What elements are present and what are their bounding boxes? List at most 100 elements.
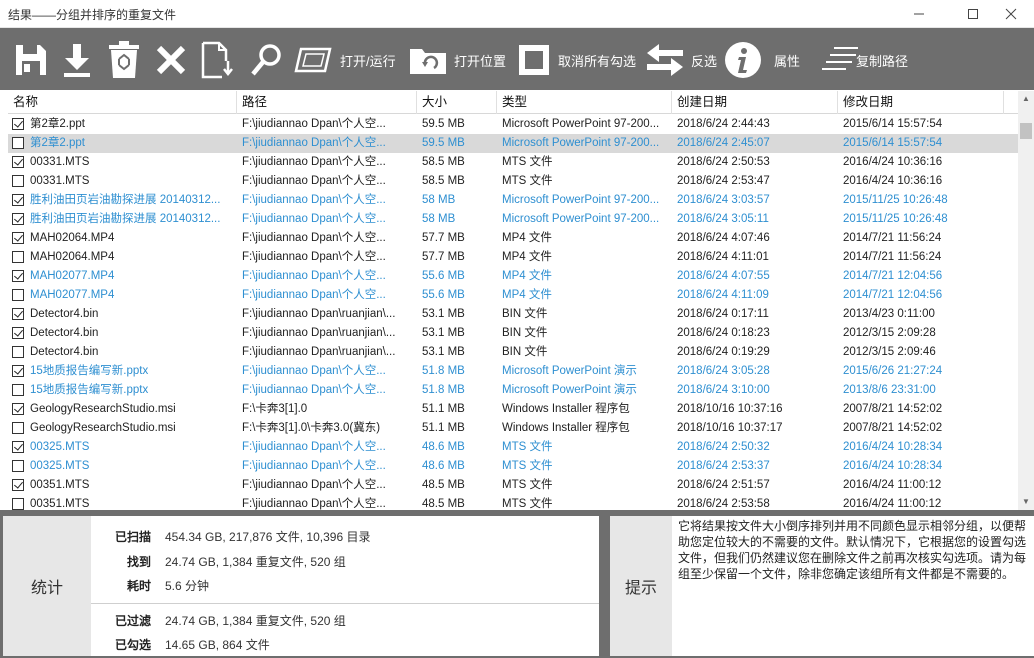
row-checkbox[interactable]	[12, 308, 24, 320]
recycle-button[interactable]	[108, 40, 140, 80]
vertical-scrollbar[interactable]: ▲ ▼	[1018, 91, 1034, 510]
cell-created: 2018/6/24 3:05:28	[677, 365, 770, 377]
row-checkbox[interactable]	[12, 194, 24, 206]
table-row[interactable]: MAH02064.MP4 F:\jiudiannao Dpan\个人空... 57.…	[8, 229, 1018, 248]
checked-key: 已勾选	[114, 638, 151, 652]
properties-label: 属性	[774, 53, 801, 69]
row-checkbox[interactable]	[12, 384, 24, 396]
table-row[interactable]: 第2章2.ppt F:\jiudiannao Dpan\个人空... 59.5 MB…	[8, 134, 1018, 153]
cell-name: 00331.MTS	[30, 156, 90, 168]
cell-size: 55.6 MB	[422, 289, 465, 301]
cell-path: F:\jiudiannao Dpan\个人空...	[242, 498, 386, 510]
table-row[interactable]: 15地质报告编写新.pptx F:\jiudiannao Dpan\个人空... 5…	[8, 381, 1018, 400]
table-row[interactable]: 胜利油田页岩油勘探进展 20140312... F:\jiudiannao Dpa…	[8, 191, 1018, 210]
row-checkbox[interactable]	[12, 365, 24, 377]
row-checkbox[interactable]	[12, 175, 24, 187]
row-checkbox[interactable]	[12, 403, 24, 415]
table-row[interactable]: MAH02077.MP4 F:\jiudiannao Dpan\个人空... 55.…	[8, 286, 1018, 305]
table-row[interactable]: 第2章2.ppt F:\jiudiannao Dpan\个人空... 59.5 MB…	[8, 115, 1018, 134]
table-row[interactable]: 00351.MTS F:\jiudiannao Dpan\个人空... 48.5 M…	[8, 476, 1018, 495]
row-checkbox[interactable]	[12, 232, 24, 244]
export-button[interactable]	[62, 40, 92, 80]
column-header-created[interactable]: 创建日期	[672, 91, 838, 114]
cell-name: MAH02077.MP4	[30, 289, 115, 301]
table-row[interactable]: GeologyResearchStudio.msi F:\卡奔3[1].0\卡奔3…	[8, 419, 1018, 438]
cell-size: 58.5 MB	[422, 175, 465, 187]
row-checkbox[interactable]	[12, 213, 24, 225]
column-header-type[interactable]: 类型	[497, 91, 672, 114]
cell-type: MP4 文件	[502, 232, 552, 244]
uncheck-all-icon	[519, 45, 549, 75]
cell-created: 2018/6/24 2:50:53	[677, 156, 770, 168]
table-row[interactable]: 00331.MTS F:\jiudiannao Dpan\个人空... 58.5 M…	[8, 153, 1018, 172]
cell-modified: 2016/4/24 11:00:12	[843, 498, 942, 510]
cell-type: Windows Installer 程序包	[502, 403, 630, 415]
row-checkbox[interactable]	[12, 118, 24, 130]
row-checkbox[interactable]	[12, 289, 24, 301]
cell-size: 58.5 MB	[422, 156, 465, 168]
row-checkbox[interactable]	[12, 251, 24, 263]
open-location-button[interactable]: 打开位置	[408, 40, 506, 80]
copy-path-button[interactable]: 复制路径	[820, 40, 908, 80]
cell-created: 2018/6/24 3:03:57	[677, 194, 770, 206]
cell-name: 15地质报告编写新.pptx	[30, 384, 149, 396]
scroll-up-icon[interactable]: ▲	[1018, 91, 1034, 107]
cell-path: F:\卡奔3[1].0\卡奔3.0(冀东)	[242, 422, 381, 434]
column-header-name[interactable]: 名称	[8, 91, 237, 114]
checked-value: 14.65 GB, 864 文件	[165, 638, 270, 652]
table-row[interactable]: 00351.MTS F:\jiudiannao Dpan\个人空... 48.5 M…	[8, 495, 1018, 510]
table-row[interactable]: 00325.MTS F:\jiudiannao Dpan\个人空... 48.6 M…	[8, 438, 1018, 457]
move-file-button[interactable]	[200, 40, 236, 80]
uncheck-all-button[interactable]: 取消所有勾选	[518, 40, 636, 80]
table-row[interactable]: 00331.MTS F:\jiudiannao Dpan\个人空... 58.5 M…	[8, 172, 1018, 191]
row-checkbox[interactable]	[12, 346, 24, 358]
cell-name: Detector4.bin	[30, 308, 99, 320]
title-bar: 结果——分组并排序的重复文件	[0, 0, 1034, 28]
row-checkbox[interactable]	[12, 270, 24, 282]
info-icon	[725, 42, 761, 78]
window-title: 结果——分组并排序的重复文件	[8, 8, 177, 22]
invert-selection-button[interactable]: 反选	[645, 40, 717, 80]
cell-created: 2018/6/24 2:45:07	[677, 137, 770, 149]
table-row[interactable]: 15地质报告编写新.pptx F:\jiudiannao Dpan\个人空... 5…	[8, 362, 1018, 381]
row-checkbox[interactable]	[12, 137, 24, 149]
row-checkbox[interactable]	[12, 460, 24, 472]
table-row[interactable]: 00325.MTS F:\jiudiannao Dpan\个人空... 48.6 M…	[8, 457, 1018, 476]
table-row[interactable]: MAH02077.MP4 F:\jiudiannao Dpan\个人空... 55.…	[8, 267, 1018, 286]
cell-modified: 2016/4/24 10:28:34	[843, 441, 943, 453]
close-window-button[interactable]	[988, 0, 1034, 28]
table-row[interactable]: Detector4.bin F:\jiudiannao Dpan\ruanjian…	[8, 343, 1018, 362]
cell-path: F:\jiudiannao Dpan\个人空...	[242, 365, 386, 377]
scroll-thumb[interactable]	[1020, 123, 1032, 139]
row-checkbox[interactable]	[12, 156, 24, 168]
row-checkbox[interactable]	[12, 441, 24, 453]
find-button[interactable]	[250, 40, 282, 80]
column-header-path[interactable]: 路径	[237, 91, 417, 114]
column-header-size[interactable]: 大小	[417, 91, 497, 114]
properties-button[interactable]: 属性	[724, 40, 800, 80]
tips-panel: 提示 它将结果按文件大小倒序排列并用不同颜色显示相邻分组，以便帮助您定位较大的不…	[610, 516, 1034, 656]
table-row[interactable]: GeologyResearchStudio.msi F:\卡奔3[1].0 51.1…	[8, 400, 1018, 419]
scroll-down-icon[interactable]: ▼	[1018, 494, 1034, 510]
open-run-button[interactable]: 打开/运行	[294, 40, 396, 80]
delete-button[interactable]	[155, 40, 187, 80]
open-run-label: 打开/运行	[340, 53, 396, 69]
cell-size: 51.8 MB	[422, 384, 465, 396]
invert-selection-label: 反选	[691, 53, 718, 69]
cell-name: 第2章2.ppt	[30, 118, 85, 130]
row-checkbox[interactable]	[12, 498, 24, 510]
cell-created: 2018/6/24 0:18:23	[677, 327, 770, 339]
minimize-button[interactable]	[896, 0, 942, 28]
table-row[interactable]: Detector4.bin F:\jiudiannao Dpan\ruanjian…	[8, 324, 1018, 343]
row-checkbox[interactable]	[12, 327, 24, 339]
save-button[interactable]	[14, 40, 48, 80]
column-header-modified[interactable]: 修改日期	[838, 91, 1004, 114]
cell-path: F:\jiudiannao Dpan\个人空...	[242, 194, 386, 206]
row-checkbox[interactable]	[12, 422, 24, 434]
table-row[interactable]: 胜利油田页岩油勘探进展 20140312... F:\jiudiannao Dpa…	[8, 210, 1018, 229]
table-row[interactable]: Detector4.bin F:\jiudiannao Dpan\ruanjian…	[8, 305, 1018, 324]
row-checkbox[interactable]	[12, 479, 24, 491]
cell-type: BIN 文件	[502, 346, 548, 358]
cell-name: 胜利油田页岩油勘探进展 20140312...	[30, 194, 221, 206]
table-row[interactable]: MAH02064.MP4 F:\jiudiannao Dpan\个人空... 57.…	[8, 248, 1018, 267]
